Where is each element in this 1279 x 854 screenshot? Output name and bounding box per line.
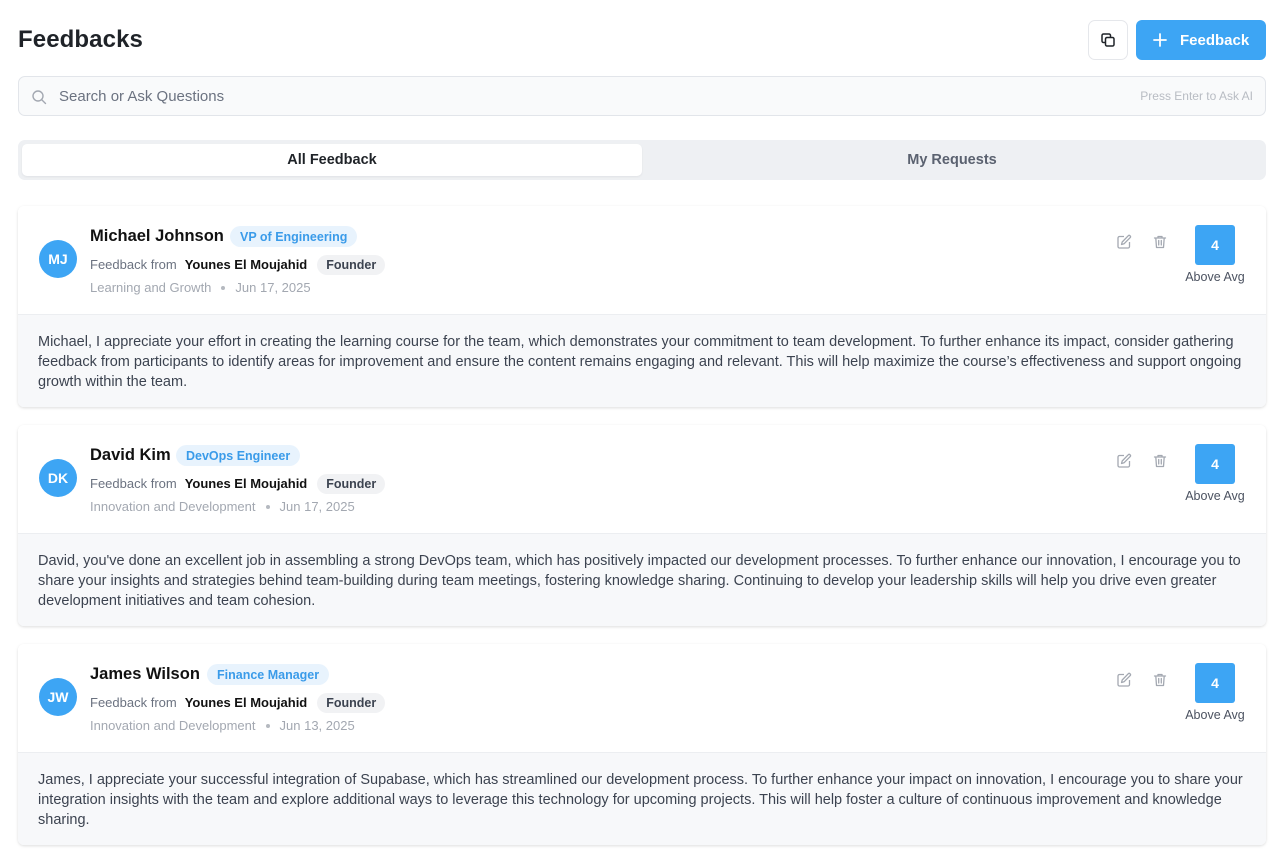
search-input[interactable] (59, 77, 1099, 115)
feedback-from: Feedback from Younes El Moujahid Founder (90, 254, 386, 275)
page-title: Feedbacks (18, 26, 143, 53)
avatar: DK (39, 459, 77, 497)
feedback-meta: Innovation and Development Jun 17, 2025 (90, 499, 355, 514)
page-header: Feedbacks Feedback (18, 20, 1266, 60)
score-badge: 4 (1195, 444, 1235, 484)
role-badge: DevOps Engineer (176, 445, 301, 466)
date: Jun 17, 2025 (235, 280, 311, 295)
score-label: Above Avg (1185, 270, 1245, 284)
tab-my-requests[interactable]: My Requests (642, 144, 1262, 176)
category: Innovation and Development (90, 718, 256, 733)
tab-all-feedback[interactable]: All Feedback (22, 144, 642, 176)
category: Learning and Growth (90, 280, 212, 295)
copy-icon (1101, 33, 1115, 47)
recipient-name: Michael Johnson (90, 227, 224, 245)
date: Jun 13, 2025 (279, 718, 355, 733)
copy-button[interactable] (1088, 20, 1128, 60)
avatar: MJ (39, 240, 77, 278)
search-bar: Press Enter to Ask AI (18, 76, 1266, 116)
feedback-text: Michael, I appreciate your effort in cre… (18, 314, 1266, 407)
from-label: Feedback from (90, 695, 177, 710)
giver-role-badge: Founder (317, 473, 386, 494)
giver-name: Younes El Moujahid (184, 476, 308, 491)
feedback-from: Feedback from Younes El Moujahid Founder (90, 692, 386, 713)
feedback-tabs: All Feedback My Requests (18, 140, 1266, 180)
score-badge: 4 (1195, 663, 1235, 703)
add-feedback-label: Feedback (1180, 31, 1250, 49)
trash-icon[interactable] (1152, 453, 1168, 469)
role-badge: Finance Manager (207, 664, 330, 685)
giver-role-badge: Founder (317, 254, 386, 275)
avatar: JW (39, 678, 77, 716)
separator-dot (265, 504, 270, 509)
separator-dot (265, 723, 270, 728)
edit-icon[interactable] (1116, 234, 1132, 250)
feedback-card: JW James Wilson Finance Manager Feedback… (18, 644, 1266, 845)
from-label: Feedback from (90, 476, 177, 491)
search-icon (32, 90, 47, 105)
trash-icon[interactable] (1152, 672, 1168, 688)
feedback-meta: Learning and Growth Jun 17, 2025 (90, 280, 311, 295)
score-label: Above Avg (1185, 708, 1245, 722)
date: Jun 17, 2025 (279, 499, 355, 514)
separator-dot (221, 285, 226, 290)
recipient-name: James Wilson (90, 665, 200, 683)
edit-icon[interactable] (1116, 672, 1132, 688)
feedback-card: MJ Michael Johnson VP of Engineering Fee… (18, 206, 1266, 407)
score-label: Above Avg (1185, 489, 1245, 503)
score-badge: 4 (1195, 225, 1235, 265)
feedback-text: David, you've done an excellent job in a… (18, 533, 1266, 626)
add-feedback-button[interactable]: Feedback (1136, 20, 1266, 60)
edit-icon[interactable] (1116, 453, 1132, 469)
from-label: Feedback from (90, 257, 177, 272)
feedback-text: James, I appreciate your successful inte… (18, 752, 1266, 845)
feedback-card: DK David Kim DevOps Engineer Feedback fr… (18, 425, 1266, 626)
giver-role-badge: Founder (317, 692, 386, 713)
trash-icon[interactable] (1152, 234, 1168, 250)
ask-ai-hint: Press Enter to Ask AI (1140, 89, 1253, 103)
recipient-name: David Kim (90, 446, 171, 464)
giver-name: Younes El Moujahid (184, 257, 308, 272)
role-badge: VP of Engineering (230, 226, 358, 247)
giver-name: Younes El Moujahid (184, 695, 308, 710)
feedback-meta: Innovation and Development Jun 13, 2025 (90, 718, 355, 733)
feedback-from: Feedback from Younes El Moujahid Founder (90, 473, 386, 494)
plus-icon (1152, 32, 1168, 48)
category: Innovation and Development (90, 499, 256, 514)
